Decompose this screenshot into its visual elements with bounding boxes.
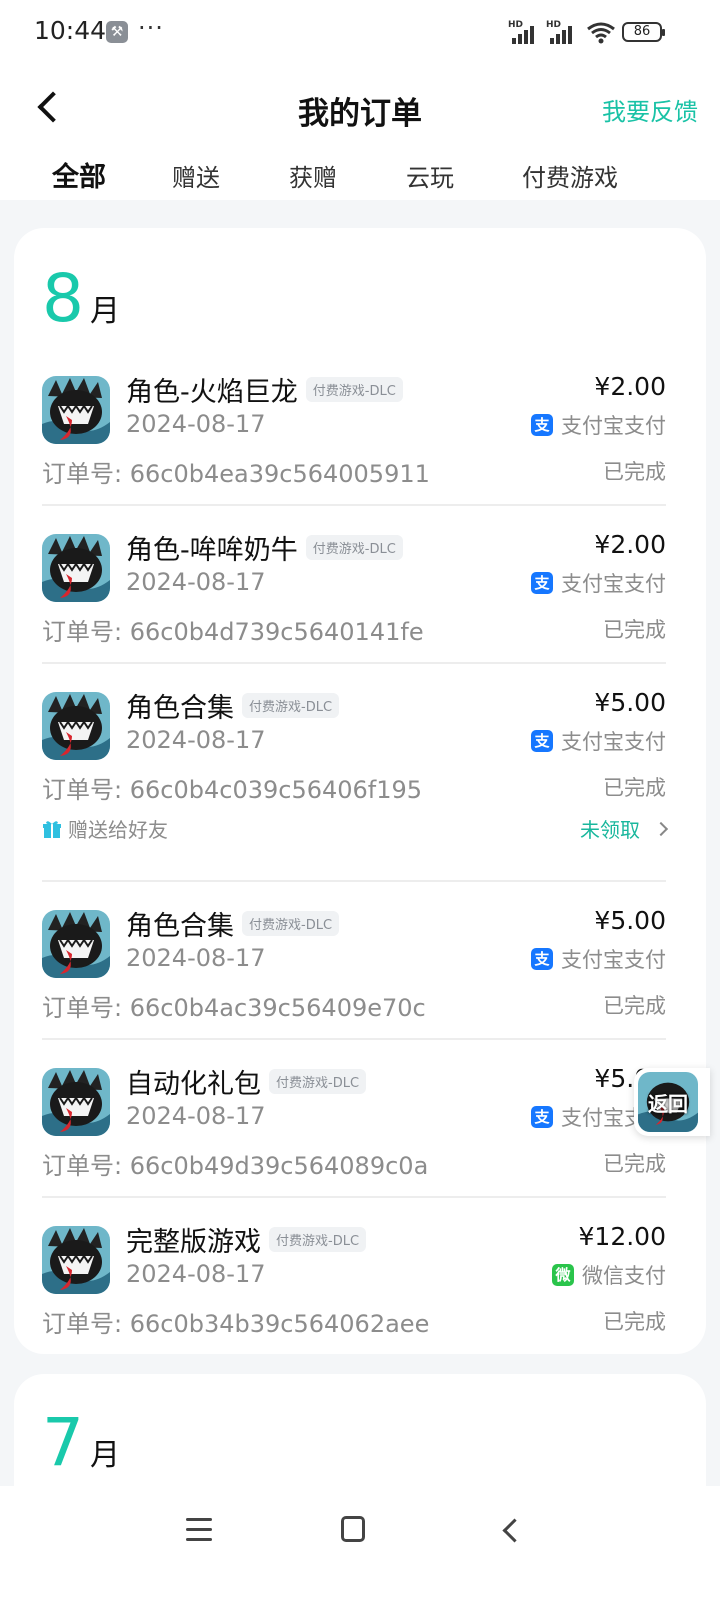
game-thumbnail bbox=[42, 1068, 110, 1136]
order-price: ¥5.00 bbox=[594, 688, 666, 717]
game-thumbnail bbox=[42, 910, 110, 978]
gift-row[interactable]: 赠送给好友 未领取 bbox=[42, 814, 669, 844]
order-date: 2024-08-17 bbox=[126, 568, 266, 596]
order-number: 订单号: 66c0b49d39c564089c0a bbox=[42, 1152, 429, 1180]
cellular-signal-icon: HD bbox=[508, 20, 540, 44]
back-triangle-icon[interactable] bbox=[500, 1518, 520, 1542]
payment-method: 支支付宝支付 bbox=[531, 726, 666, 756]
alipay-icon: 支 bbox=[531, 948, 553, 970]
order-status: 已完成 bbox=[603, 460, 666, 484]
order-date: 2024-08-17 bbox=[126, 1102, 266, 1130]
order-row[interactable]: 角色-火焰巨龙 付费游戏-DLC 2024-08-17 ¥2.00 支支付宝支付订单号:… bbox=[42, 372, 666, 506]
order-number: 订单号: 66c0b4ac39c56409e70c bbox=[42, 994, 426, 1022]
order-row[interactable]: 完整版游戏 付费游戏-DLC 2024-08-17 ¥12.00 微微信支付订单号: 6… bbox=[42, 1222, 666, 1356]
wrench-icon: ⚒ bbox=[106, 21, 128, 43]
order-row[interactable]: 角色合集 付费游戏-DLC 2024-08-17 ¥5.00 支支付宝支付订单号: 66… bbox=[42, 906, 666, 1040]
menu-icon[interactable] bbox=[186, 1518, 212, 1542]
tab-gift-sent[interactable]: 赠送 bbox=[172, 158, 220, 193]
order-item-name: 自动化礼包 付费游戏-DLC bbox=[126, 1062, 367, 1101]
wechat-pay-icon: 微 bbox=[552, 1264, 574, 1286]
game-thumbnail bbox=[42, 692, 110, 760]
order-tag: 付费游戏-DLC bbox=[305, 535, 403, 560]
game-thumbnail bbox=[42, 376, 110, 444]
gift-status[interactable]: 未领取 bbox=[580, 814, 669, 843]
alipay-icon: 支 bbox=[531, 414, 553, 436]
status-more-icon: ··· bbox=[138, 14, 164, 42]
status-time: 10:44 bbox=[34, 16, 107, 45]
order-price: ¥2.00 bbox=[594, 530, 666, 559]
divider bbox=[42, 1196, 666, 1198]
order-price: ¥2.00 bbox=[594, 372, 666, 401]
order-row[interactable]: 角色合集 付费游戏-DLC 2024-08-17 ¥5.00 支支付宝支付订单号: 66… bbox=[42, 688, 669, 882]
order-number: 订单号: 66c0b4c039c56406f195 bbox=[42, 776, 423, 804]
game-thumbnail bbox=[42, 1226, 110, 1294]
order-status: 已完成 bbox=[603, 1310, 666, 1334]
order-tag: 付费游戏-DLC bbox=[242, 911, 340, 936]
wifi-icon bbox=[587, 22, 615, 44]
battery-icon: 86 bbox=[622, 22, 665, 42]
app-header: 我的订单 我要反馈 全部 赠送 获赠 云玩 付费游戏 bbox=[0, 66, 720, 200]
chevron-right-icon bbox=[653, 821, 669, 836]
order-number: 订单号: 66c0b4d739c5640141fe bbox=[42, 618, 424, 646]
status-bar: 10:44 ⚒ ··· HD HD 86 bbox=[0, 0, 720, 66]
order-number: 订单号: 66c0b34b39c564062aee bbox=[42, 1310, 430, 1338]
order-row[interactable]: 自动化礼包 付费游戏-DLC 2024-08-17 ¥5.00 支支付宝支付 订单号: 6… bbox=[42, 1064, 666, 1198]
divider bbox=[42, 880, 666, 882]
order-tag: 付费游戏-DLC bbox=[305, 377, 403, 402]
alipay-icon: 支 bbox=[531, 1106, 553, 1128]
divider bbox=[42, 662, 666, 664]
alipay-icon: 支 bbox=[531, 572, 553, 594]
order-status: 已完成 bbox=[603, 776, 666, 800]
order-number: 订单号: 66c0b4ea39c564005911 bbox=[42, 460, 430, 488]
month-heading: 7 月 bbox=[42, 1404, 120, 1481]
order-status: 已完成 bbox=[603, 1152, 666, 1176]
order-status: 已完成 bbox=[603, 618, 666, 642]
order-date: 2024-08-17 bbox=[126, 726, 266, 754]
order-tag: 付费游戏-DLC bbox=[269, 1227, 367, 1252]
gift-label: 赠送给好友 bbox=[42, 814, 168, 843]
order-price: ¥5.00 bbox=[594, 906, 666, 935]
order-date: 2024-08-17 bbox=[126, 944, 266, 972]
order-status: 已完成 bbox=[603, 994, 666, 1018]
floating-return-button[interactable]: 返回 bbox=[634, 1068, 710, 1136]
order-tag: 付费游戏-DLC bbox=[269, 1069, 367, 1094]
system-nav-bar bbox=[0, 1486, 720, 1600]
gift-icon bbox=[43, 820, 61, 838]
order-item-name: 角色合集 付费游戏-DLC bbox=[126, 904, 340, 943]
divider bbox=[42, 504, 666, 506]
tab-bar: 全部 赠送 获赠 云玩 付费游戏 bbox=[0, 158, 720, 198]
order-price: ¥12.00 bbox=[578, 1222, 666, 1251]
payment-method: 支支付宝支付 bbox=[531, 410, 666, 440]
game-thumbnail bbox=[42, 534, 110, 602]
order-date: 2024-08-17 bbox=[126, 1260, 266, 1288]
month-heading: 8 月 bbox=[42, 260, 120, 337]
tab-cloud-play[interactable]: 云玩 bbox=[406, 158, 454, 193]
payment-method: 支支付宝支付 bbox=[531, 944, 666, 974]
tab-paid-games[interactable]: 付费游戏 bbox=[522, 158, 618, 193]
order-tag: 付费游戏-DLC bbox=[242, 693, 340, 718]
home-icon[interactable] bbox=[341, 1516, 365, 1542]
tab-all[interactable]: 全部 bbox=[48, 155, 110, 194]
order-date: 2024-08-17 bbox=[126, 410, 266, 438]
feedback-link[interactable]: 我要反馈 bbox=[602, 92, 698, 127]
divider bbox=[42, 1038, 666, 1040]
order-item-name: 角色-火焰巨龙 付费游戏-DLC bbox=[126, 370, 403, 409]
order-item-name: 角色合集 付费游戏-DLC bbox=[126, 686, 340, 725]
cellular-signal-icon-2: HD bbox=[546, 20, 578, 44]
tab-gift-received[interactable]: 获赠 bbox=[289, 158, 337, 193]
order-item-name: 完整版游戏 付费游戏-DLC bbox=[126, 1220, 367, 1259]
order-item-name: 角色-哞哞奶牛 付费游戏-DLC bbox=[126, 528, 403, 567]
alipay-icon: 支 bbox=[531, 730, 553, 752]
payment-method: 支支付宝支付 bbox=[531, 568, 666, 598]
order-row[interactable]: 角色-哞哞奶牛 付费游戏-DLC 2024-08-17 ¥2.00 支支付宝支付订单号:… bbox=[42, 530, 666, 664]
payment-method: 微微信支付 bbox=[552, 1260, 666, 1290]
